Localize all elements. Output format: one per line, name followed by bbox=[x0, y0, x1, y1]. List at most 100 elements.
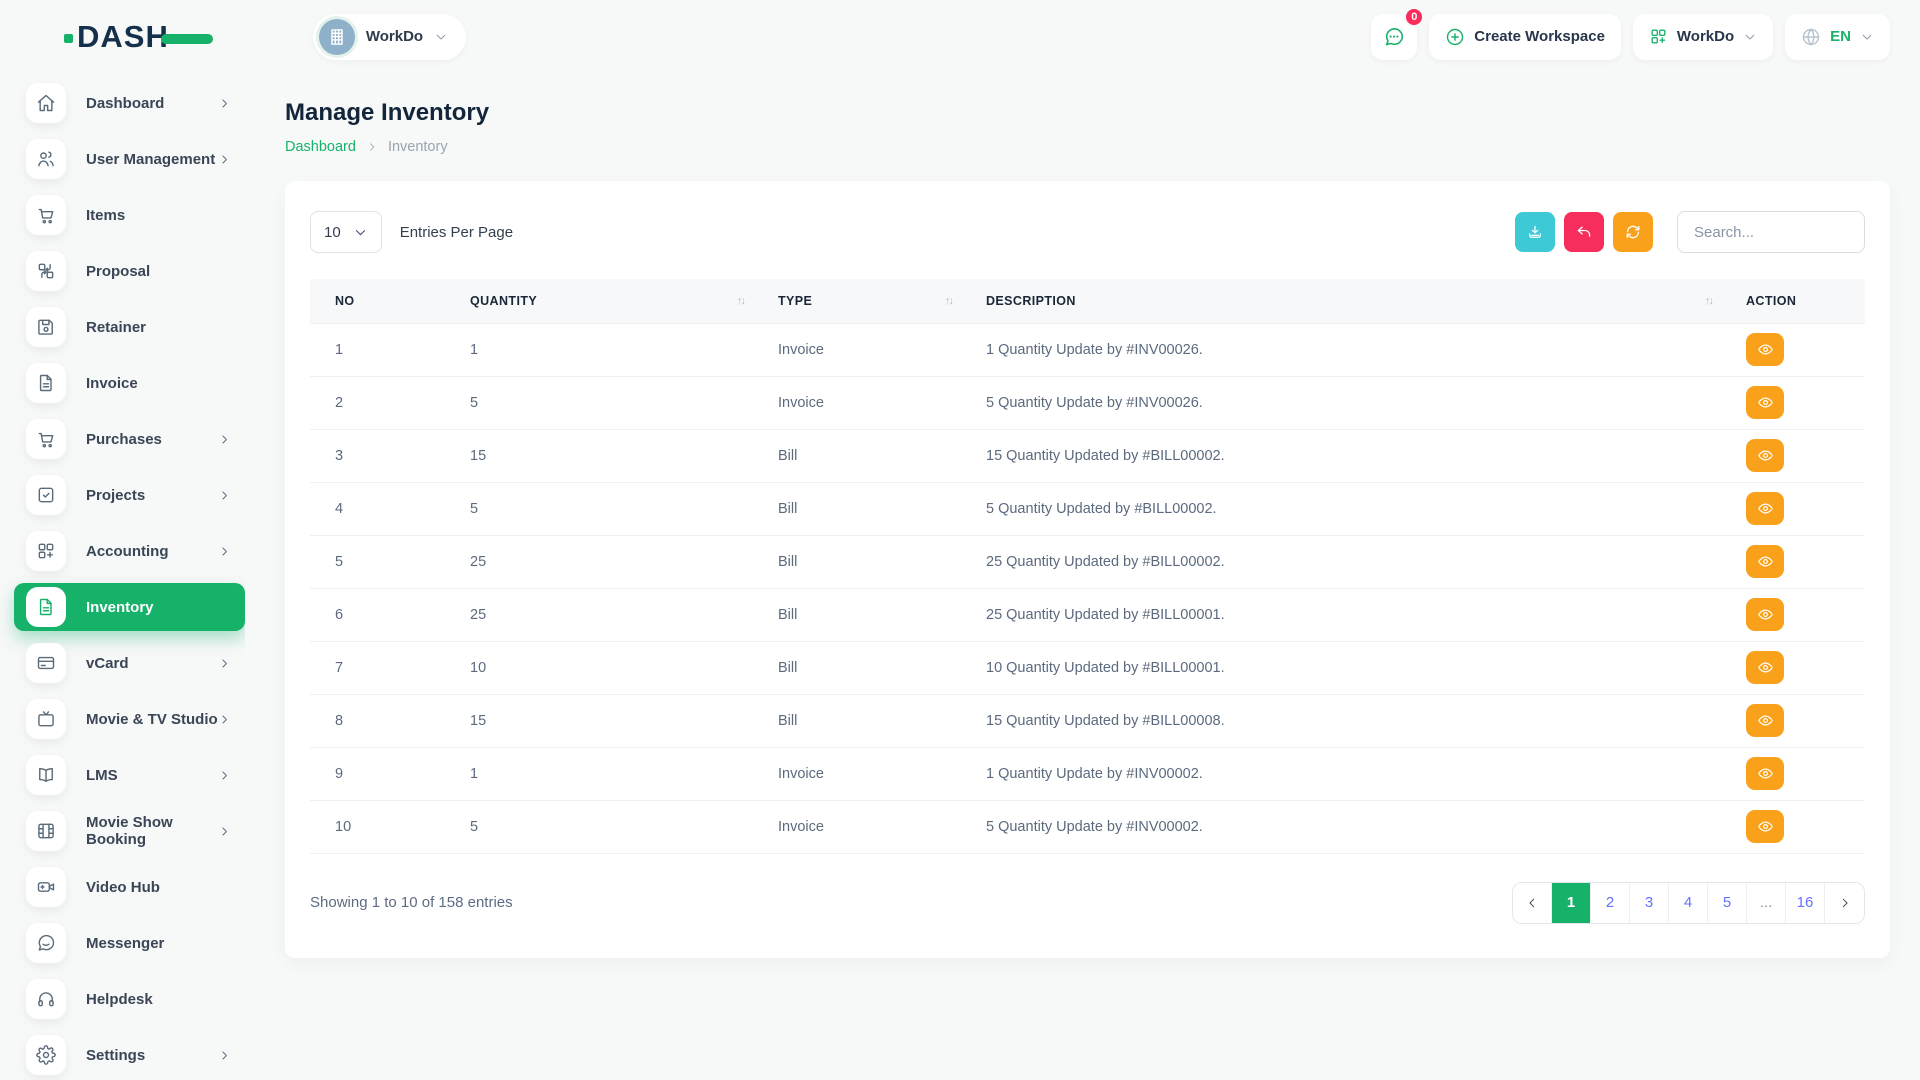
undo-icon bbox=[1575, 223, 1593, 241]
main-content: Manage Inventory Dashboard Inventory 10 … bbox=[245, 73, 1920, 1080]
pagination-page-2[interactable]: 2 bbox=[1591, 882, 1630, 923]
workspace-selector[interactable]: WorkDo bbox=[312, 13, 467, 60]
sidebar-item-purchases[interactable]: Purchases bbox=[14, 415, 245, 463]
eye-icon bbox=[1757, 500, 1774, 517]
pagination-page-16[interactable]: 16 bbox=[1786, 882, 1825, 923]
inventory-table: NO QUANTITY ↑↓ TYPE ↑↓ DESCRIPTION ↑↓ ACTION 11… bbox=[310, 279, 1865, 854]
workspace-name: WorkDo bbox=[365, 28, 424, 45]
sidebar-item-helpdesk[interactable]: Helpdesk bbox=[14, 975, 245, 1023]
pagination-page-5[interactable]: 5 bbox=[1708, 882, 1747, 923]
entries-per-page-select[interactable]: 10 bbox=[310, 211, 382, 253]
brand-logo[interactable]: DASH bbox=[64, 19, 213, 55]
sidebar-item-dashboard[interactable]: Dashboard bbox=[14, 79, 245, 127]
pagination-next[interactable] bbox=[1825, 882, 1864, 923]
row-no: 1 bbox=[310, 322, 460, 377]
sidebar-item-invoice[interactable]: Invoice bbox=[14, 359, 245, 407]
row-quantity: 5 bbox=[460, 376, 768, 430]
sidebar-item-video-hub[interactable]: Video Hub bbox=[14, 863, 245, 911]
view-button[interactable] bbox=[1746, 333, 1784, 366]
workspace-switcher-button[interactable]: WorkDo bbox=[1632, 13, 1774, 60]
row-type: Bill bbox=[768, 694, 976, 748]
row-type: Invoice bbox=[768, 800, 976, 854]
cart-icon bbox=[36, 429, 56, 449]
sort-icon[interactable]: ↑↓ bbox=[945, 295, 966, 307]
sidebar-item-label: Dashboard bbox=[86, 94, 165, 112]
table-header: NO QUANTITY ↑↓ TYPE ↑↓ DESCRIPTION ↑↓ ACTION bbox=[310, 279, 1865, 323]
view-button[interactable] bbox=[1746, 545, 1784, 578]
sort-icon[interactable]: ↑↓ bbox=[1705, 295, 1726, 307]
sidebar-item-settings[interactable]: Settings bbox=[14, 1031, 245, 1079]
sidebar-icon-tile bbox=[26, 1035, 66, 1075]
sidebar-item-projects[interactable]: Projects bbox=[14, 471, 245, 519]
chevron-right-icon bbox=[218, 713, 231, 726]
entries-summary: Showing 1 to 10 of 158 entries bbox=[310, 894, 513, 911]
view-button[interactable] bbox=[1746, 757, 1784, 790]
sidebar-item-messenger[interactable]: Messenger bbox=[14, 919, 245, 967]
row-description: 5 Quantity Update by #INV00026. bbox=[976, 376, 1736, 430]
export-button[interactable] bbox=[1515, 212, 1555, 252]
chevron-down-icon bbox=[1743, 30, 1757, 44]
search-input[interactable] bbox=[1677, 211, 1865, 253]
pagination-page-3[interactable]: 3 bbox=[1630, 882, 1669, 923]
row-no: 6 bbox=[310, 588, 460, 642]
breadcrumb-current: Inventory bbox=[387, 139, 448, 155]
sidebar-icon-tile bbox=[26, 419, 66, 459]
chevron-right-icon bbox=[218, 1049, 231, 1062]
row-type: Bill bbox=[768, 482, 976, 536]
sidebar-item-vcard[interactable]: vCard bbox=[14, 639, 245, 687]
headphones-icon bbox=[36, 989, 56, 1009]
inventory-card: 10 Entries Per Page NOQUANTITY↑↓TYPE↑↓DE… bbox=[285, 181, 1890, 958]
sort-icon[interactable]: ↑↓ bbox=[737, 295, 758, 307]
view-button[interactable] bbox=[1746, 810, 1784, 843]
view-button[interactable] bbox=[1746, 598, 1784, 631]
create-workspace-label: Create Workspace bbox=[1474, 28, 1605, 45]
building-icon bbox=[327, 27, 347, 47]
pagination: 1 2 3 4 5... 16 bbox=[1512, 881, 1865, 924]
sidebar-item-inventory[interactable]: Inventory bbox=[14, 583, 245, 631]
breadcrumb-dashboard-link[interactable]: Dashboard bbox=[285, 139, 356, 155]
pagination-prev[interactable] bbox=[1513, 882, 1552, 923]
sidebar-item-label: Purchases bbox=[86, 430, 162, 448]
file-icon bbox=[36, 597, 56, 617]
grid-swap-icon bbox=[36, 261, 56, 281]
create-workspace-button[interactable]: Create Workspace bbox=[1429, 13, 1621, 60]
table-row: 2 5 Invoice 5 Quantity Update by #INV00026. bbox=[310, 376, 1865, 430]
view-button[interactable] bbox=[1746, 651, 1784, 684]
pagination-page-4[interactable]: 4 bbox=[1669, 882, 1708, 923]
table-row: 7 10 Bill 10 Quantity Updated by #BILL00001… bbox=[310, 641, 1865, 695]
sidebar-item-movie-show-booking[interactable]: Movie Show Booking bbox=[14, 807, 245, 855]
row-no: 2 bbox=[310, 376, 460, 430]
sidebar-item-movie-tv-studio[interactable]: Movie & TV Studio bbox=[14, 695, 245, 743]
sidebar-item-label: LMS bbox=[86, 766, 118, 784]
undo-button[interactable] bbox=[1564, 212, 1604, 252]
pagination-page-1[interactable]: 1 bbox=[1552, 882, 1591, 923]
column-label: TYPE bbox=[778, 293, 813, 308]
table-action-buttons bbox=[1515, 212, 1653, 252]
sidebar-item-items[interactable]: Items bbox=[14, 191, 245, 239]
view-button[interactable] bbox=[1746, 439, 1784, 472]
sidebar-item-user-management[interactable]: User Management bbox=[14, 135, 245, 183]
sidebar-item-accounting[interactable]: Accounting bbox=[14, 527, 245, 575]
sidebar-item-retainer[interactable]: Retainer bbox=[14, 303, 245, 351]
messages-button[interactable]: 0 bbox=[1371, 6, 1425, 60]
view-button[interactable] bbox=[1746, 492, 1784, 525]
language-selector[interactable]: EN bbox=[1785, 13, 1890, 60]
sidebar-icon-tile bbox=[26, 923, 66, 963]
chevron-right-icon bbox=[218, 97, 231, 110]
view-button[interactable] bbox=[1746, 704, 1784, 737]
pagination-ellipsis: ... bbox=[1747, 882, 1786, 923]
refresh-button[interactable] bbox=[1613, 212, 1653, 252]
sidebar-item-proposal[interactable]: Proposal bbox=[14, 247, 245, 295]
sidebar-icon-tile bbox=[26, 83, 66, 123]
entries-per-page-value: 10 bbox=[324, 223, 341, 241]
sidebar-item-label: Video Hub bbox=[86, 878, 160, 896]
chevron-right-icon bbox=[218, 657, 231, 670]
row-type: Invoice bbox=[768, 322, 976, 377]
view-button[interactable] bbox=[1746, 386, 1784, 419]
topbar: DASH WorkDo 0 Create Workspace WorkDo EN bbox=[0, 0, 1920, 73]
row-type: Bill bbox=[768, 641, 976, 695]
sidebar-item-label: Items bbox=[86, 206, 126, 224]
chevron-down-icon bbox=[1860, 30, 1874, 44]
eye-icon bbox=[1757, 765, 1774, 782]
sidebar-item-lms[interactable]: LMS bbox=[14, 751, 245, 799]
